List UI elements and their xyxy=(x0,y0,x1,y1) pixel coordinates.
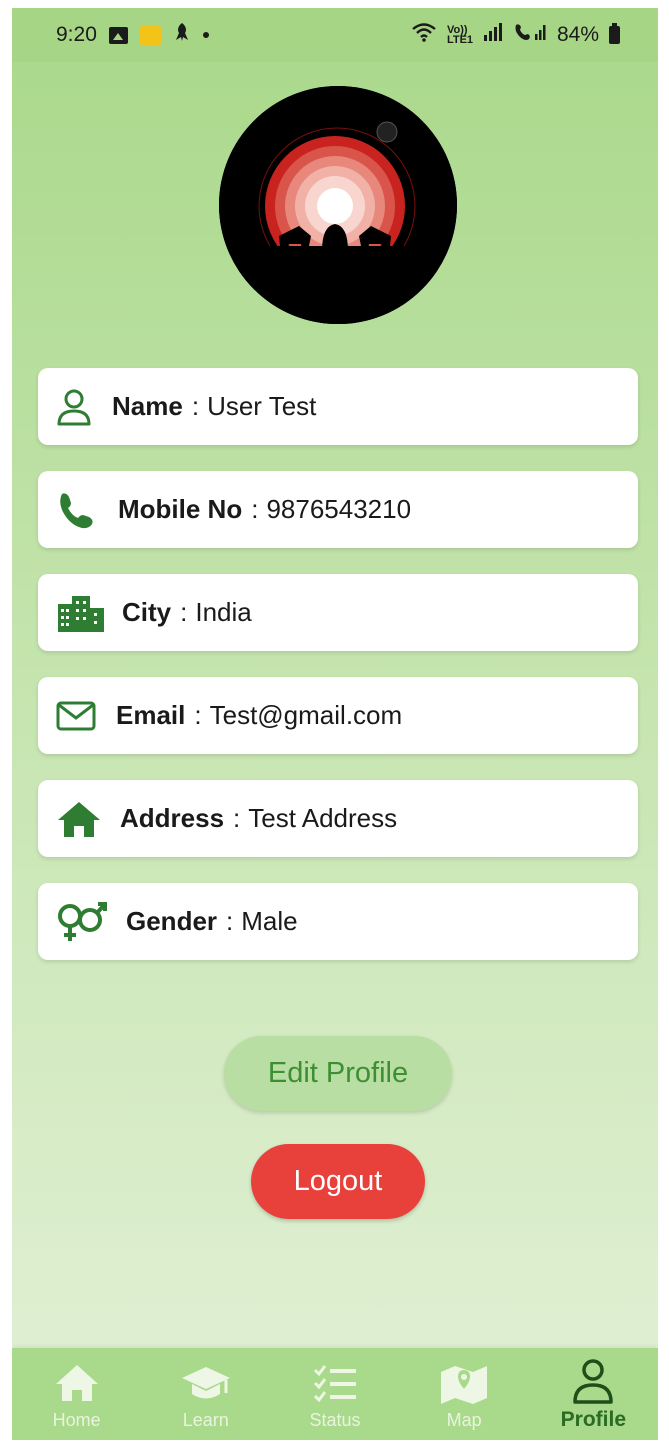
signal-icon xyxy=(483,23,503,47)
volte-indicator: Vo)) LTE1 xyxy=(446,24,474,46)
nav-label-profile: Profile xyxy=(560,1408,627,1431)
phone-icon xyxy=(56,488,100,532)
address-value: Test Address xyxy=(248,803,398,833)
gender-card: Gender : Male xyxy=(38,883,638,960)
logout-button[interactable]: Logout xyxy=(251,1144,425,1219)
app-notification-icon xyxy=(139,25,161,45)
city-label: City xyxy=(122,597,172,627)
gender-value: Male xyxy=(241,906,298,936)
person-outline-icon xyxy=(572,1356,614,1406)
name-card: Name : User Test xyxy=(38,368,638,445)
email-label: Email xyxy=(116,700,186,730)
battery-icon xyxy=(609,23,620,44)
mobile-card: Mobile No : 9876543210 xyxy=(38,471,638,548)
status-bar: 9:20 Vo)) LTE1 84% xyxy=(12,8,658,62)
status-time: 9:20 xyxy=(56,23,97,46)
nav-label-learn: Learn xyxy=(182,1409,229,1430)
battery-percent: 84% xyxy=(556,23,599,46)
checklist-icon xyxy=(312,1358,358,1408)
city-separator: : xyxy=(180,597,188,627)
email-separator: : xyxy=(194,700,202,730)
edit-profile-button[interactable]: Edit Profile xyxy=(224,1036,452,1111)
home-icon xyxy=(56,797,104,841)
mobile-label: Mobile No xyxy=(118,494,243,524)
gallery-notification-icon xyxy=(108,26,128,44)
address-card: Address : Test Address xyxy=(38,780,638,857)
nav-item-map[interactable]: Map xyxy=(409,1358,519,1431)
city-value: India xyxy=(195,597,252,627)
notification-icon xyxy=(173,22,191,48)
wifi-icon xyxy=(411,22,437,48)
nav-label-home: Home xyxy=(52,1409,101,1430)
email-icon xyxy=(56,694,100,738)
darth-vader-avatar-icon xyxy=(219,86,457,324)
nav-item-status[interactable]: Status xyxy=(280,1358,390,1431)
map-icon xyxy=(439,1358,489,1408)
email-card: Email : Test@gmail.com xyxy=(38,677,638,754)
bottom-navigation-bar: Home Learn Status Map Profile xyxy=(12,1348,658,1440)
nav-label-map: Map xyxy=(446,1409,482,1430)
profile-avatar[interactable] xyxy=(219,86,457,324)
call-signal-icon xyxy=(513,22,547,48)
mobile-value: 9876543210 xyxy=(266,494,412,524)
home-icon xyxy=(54,1358,100,1408)
mobile-separator: : xyxy=(251,494,259,524)
more-notifications-dot-icon xyxy=(202,32,209,38)
profile-screen: 9:20 Vo)) LTE1 84% Name: User Test Mobi… xyxy=(12,8,658,1440)
graduation-cap-icon xyxy=(180,1358,232,1408)
name-value: User Test xyxy=(207,391,317,421)
address-separator: : xyxy=(233,803,241,833)
gender-label: Gender xyxy=(126,906,218,936)
nav-label-status: Status xyxy=(309,1409,361,1430)
gender-icon xyxy=(56,900,110,944)
city-card: City : India xyxy=(38,574,638,651)
address-label: Address xyxy=(120,803,225,833)
email-value: Test@gmail.com xyxy=(209,700,403,730)
person-outline-icon xyxy=(56,385,100,429)
city-icon xyxy=(56,591,110,635)
nav-item-home[interactable]: Home xyxy=(22,1358,132,1431)
nav-item-learn[interactable]: Learn xyxy=(151,1358,261,1431)
gender-separator: : xyxy=(226,906,234,936)
name-separator: : xyxy=(191,391,200,421)
profile-info-list: Name : User Test Mobile No : 9876543210 … xyxy=(38,368,638,986)
name-label: Name xyxy=(112,391,183,421)
nav-item-profile[interactable]: Profile xyxy=(538,1356,648,1432)
